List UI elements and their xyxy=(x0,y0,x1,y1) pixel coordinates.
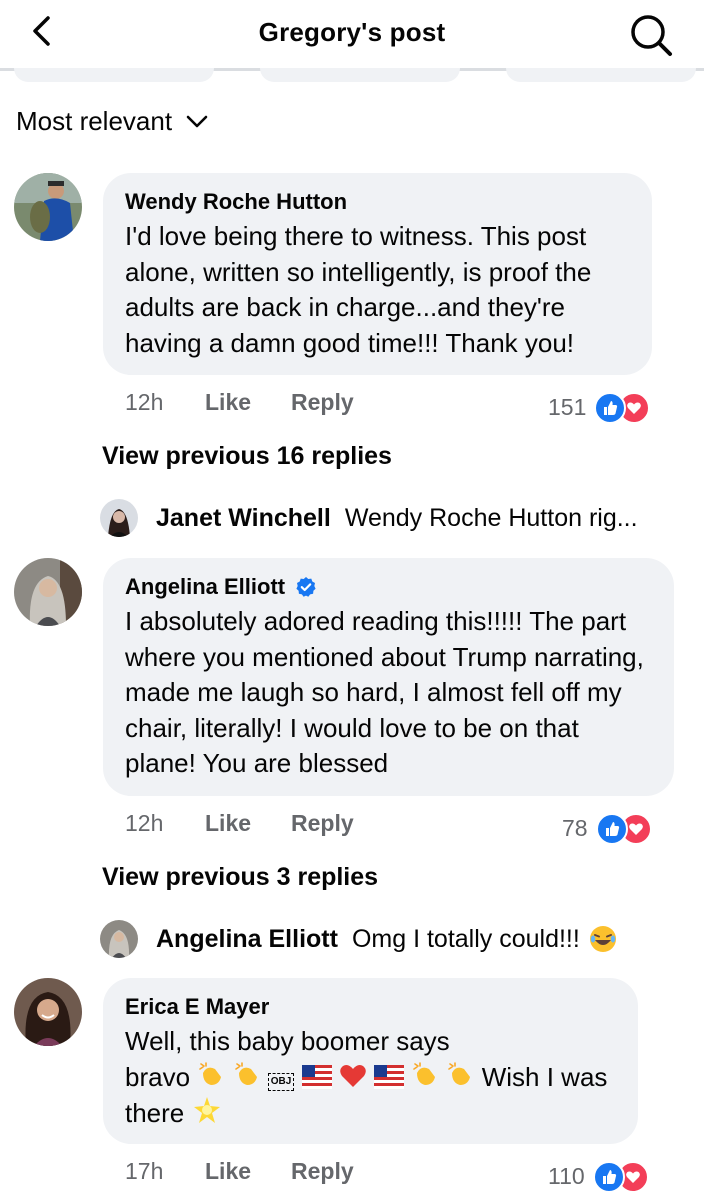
reply-button[interactable]: Reply xyxy=(291,389,354,416)
reaction-summary[interactable]: 78 xyxy=(562,813,652,845)
comment-bubble: Erica E Mayer Well, this baby boomer say… xyxy=(103,978,638,1144)
reply-button[interactable]: Reply xyxy=(291,1158,354,1185)
page-title: Gregory's post xyxy=(258,17,446,47)
reply-text: Omg I totally could!!! xyxy=(351,924,580,953)
comment-author-name: Angelina Elliott xyxy=(125,574,286,599)
avatar xyxy=(100,920,138,958)
clapping-hands-icon xyxy=(413,1061,436,1085)
view-previous-replies[interactable]: View previous 16 replies xyxy=(102,442,392,471)
reaction-summary[interactable]: 110 xyxy=(548,1161,649,1193)
reaction-summary[interactable]: 151 xyxy=(548,392,651,424)
reply-button[interactable]: Reply xyxy=(291,810,354,837)
us-flag-icon xyxy=(374,1064,405,1089)
object-replacement-glyph: OBJ xyxy=(267,1072,295,1091)
comment-text-line: Well, this baby boomer says xyxy=(125,1026,450,1056)
red-heart-icon xyxy=(340,1064,366,1087)
comment-text-segment: bravo xyxy=(125,1061,191,1092)
like-reaction-icon xyxy=(595,813,628,845)
comment-bubble: Wendy Roche Hutton I'd love being there … xyxy=(103,173,652,375)
reaction-count: 78 xyxy=(562,814,588,841)
comment-text: I absolutely adored reading this!!!!! Th… xyxy=(125,606,644,778)
chevron-down-icon xyxy=(186,115,208,127)
reaction-count: 110 xyxy=(548,1162,585,1189)
avatar xyxy=(100,499,138,537)
comment-text-segment: Wish I was xyxy=(481,1061,608,1092)
comment-actions: 17h Like Reply xyxy=(125,1158,394,1185)
view-previous-replies[interactable]: View previous 3 replies xyxy=(102,863,378,892)
like-button[interactable]: Like xyxy=(205,810,251,837)
avatar[interactable] xyxy=(14,558,82,626)
reply-preview[interactable]: Janet Winchell Wendy Roche Hutton rig... xyxy=(100,499,638,537)
reaction-pill-peek xyxy=(506,68,696,82)
sort-label: Most relevant xyxy=(16,106,173,136)
search-button[interactable] xyxy=(628,12,674,58)
avatar[interactable] xyxy=(14,978,82,1046)
clapping-hands-icon xyxy=(199,1061,222,1085)
top-bar: Gregory's post xyxy=(0,0,704,71)
avatar[interactable] xyxy=(14,173,82,241)
comment-text: I'd love being there to witness. This po… xyxy=(125,221,592,358)
comment-bubble: Angelina Elliott I absolutely adored rea… xyxy=(103,558,674,796)
clapping-hands-icon xyxy=(448,1061,471,1085)
search-icon xyxy=(631,15,672,56)
comment-text-line: bravo OBJ Wish I was xyxy=(125,1060,616,1096)
reply-author: Angelina Elliott xyxy=(156,924,338,953)
reply-preview[interactable]: Angelina Elliott Omg I totally could!!! xyxy=(100,920,618,958)
comment-text-segment: there xyxy=(125,1098,185,1128)
comment-actions: 12h Like Reply xyxy=(125,810,394,837)
comment-time: 12h xyxy=(125,389,164,415)
like-reaction-icon xyxy=(592,1161,625,1193)
comment-author[interactable]: Angelina Elliott xyxy=(125,572,652,602)
reply-author: Janet Winchell xyxy=(156,503,331,532)
comment-text: Well, this baby boomer says bravo OBJ Wi… xyxy=(125,1024,616,1132)
sort-dropdown[interactable]: Most relevant xyxy=(16,106,208,137)
clapping-hands-icon xyxy=(234,1061,257,1085)
us-flag-icon xyxy=(301,1064,332,1089)
like-reaction-icon xyxy=(594,392,627,424)
glowing-star-icon xyxy=(193,1097,220,1123)
comment-actions: 12h Like Reply xyxy=(125,389,394,416)
comment-author[interactable]: Erica E Mayer xyxy=(125,992,616,1022)
comment-time: 17h xyxy=(125,1158,164,1184)
reaction-count: 151 xyxy=(548,393,587,420)
like-button[interactable]: Like xyxy=(205,1158,251,1185)
reaction-pill-peek xyxy=(14,68,214,82)
comment-text-line: there xyxy=(125,1095,616,1132)
laughing-emoji-icon xyxy=(589,926,616,952)
verified-badge-icon xyxy=(296,577,316,597)
reaction-pill-peek xyxy=(260,68,460,82)
comment-time: 12h xyxy=(125,810,164,836)
reply-text: Wendy Roche Hutton rig... xyxy=(344,503,638,532)
like-button[interactable]: Like xyxy=(205,389,251,416)
comment-author[interactable]: Wendy Roche Hutton xyxy=(125,187,630,217)
